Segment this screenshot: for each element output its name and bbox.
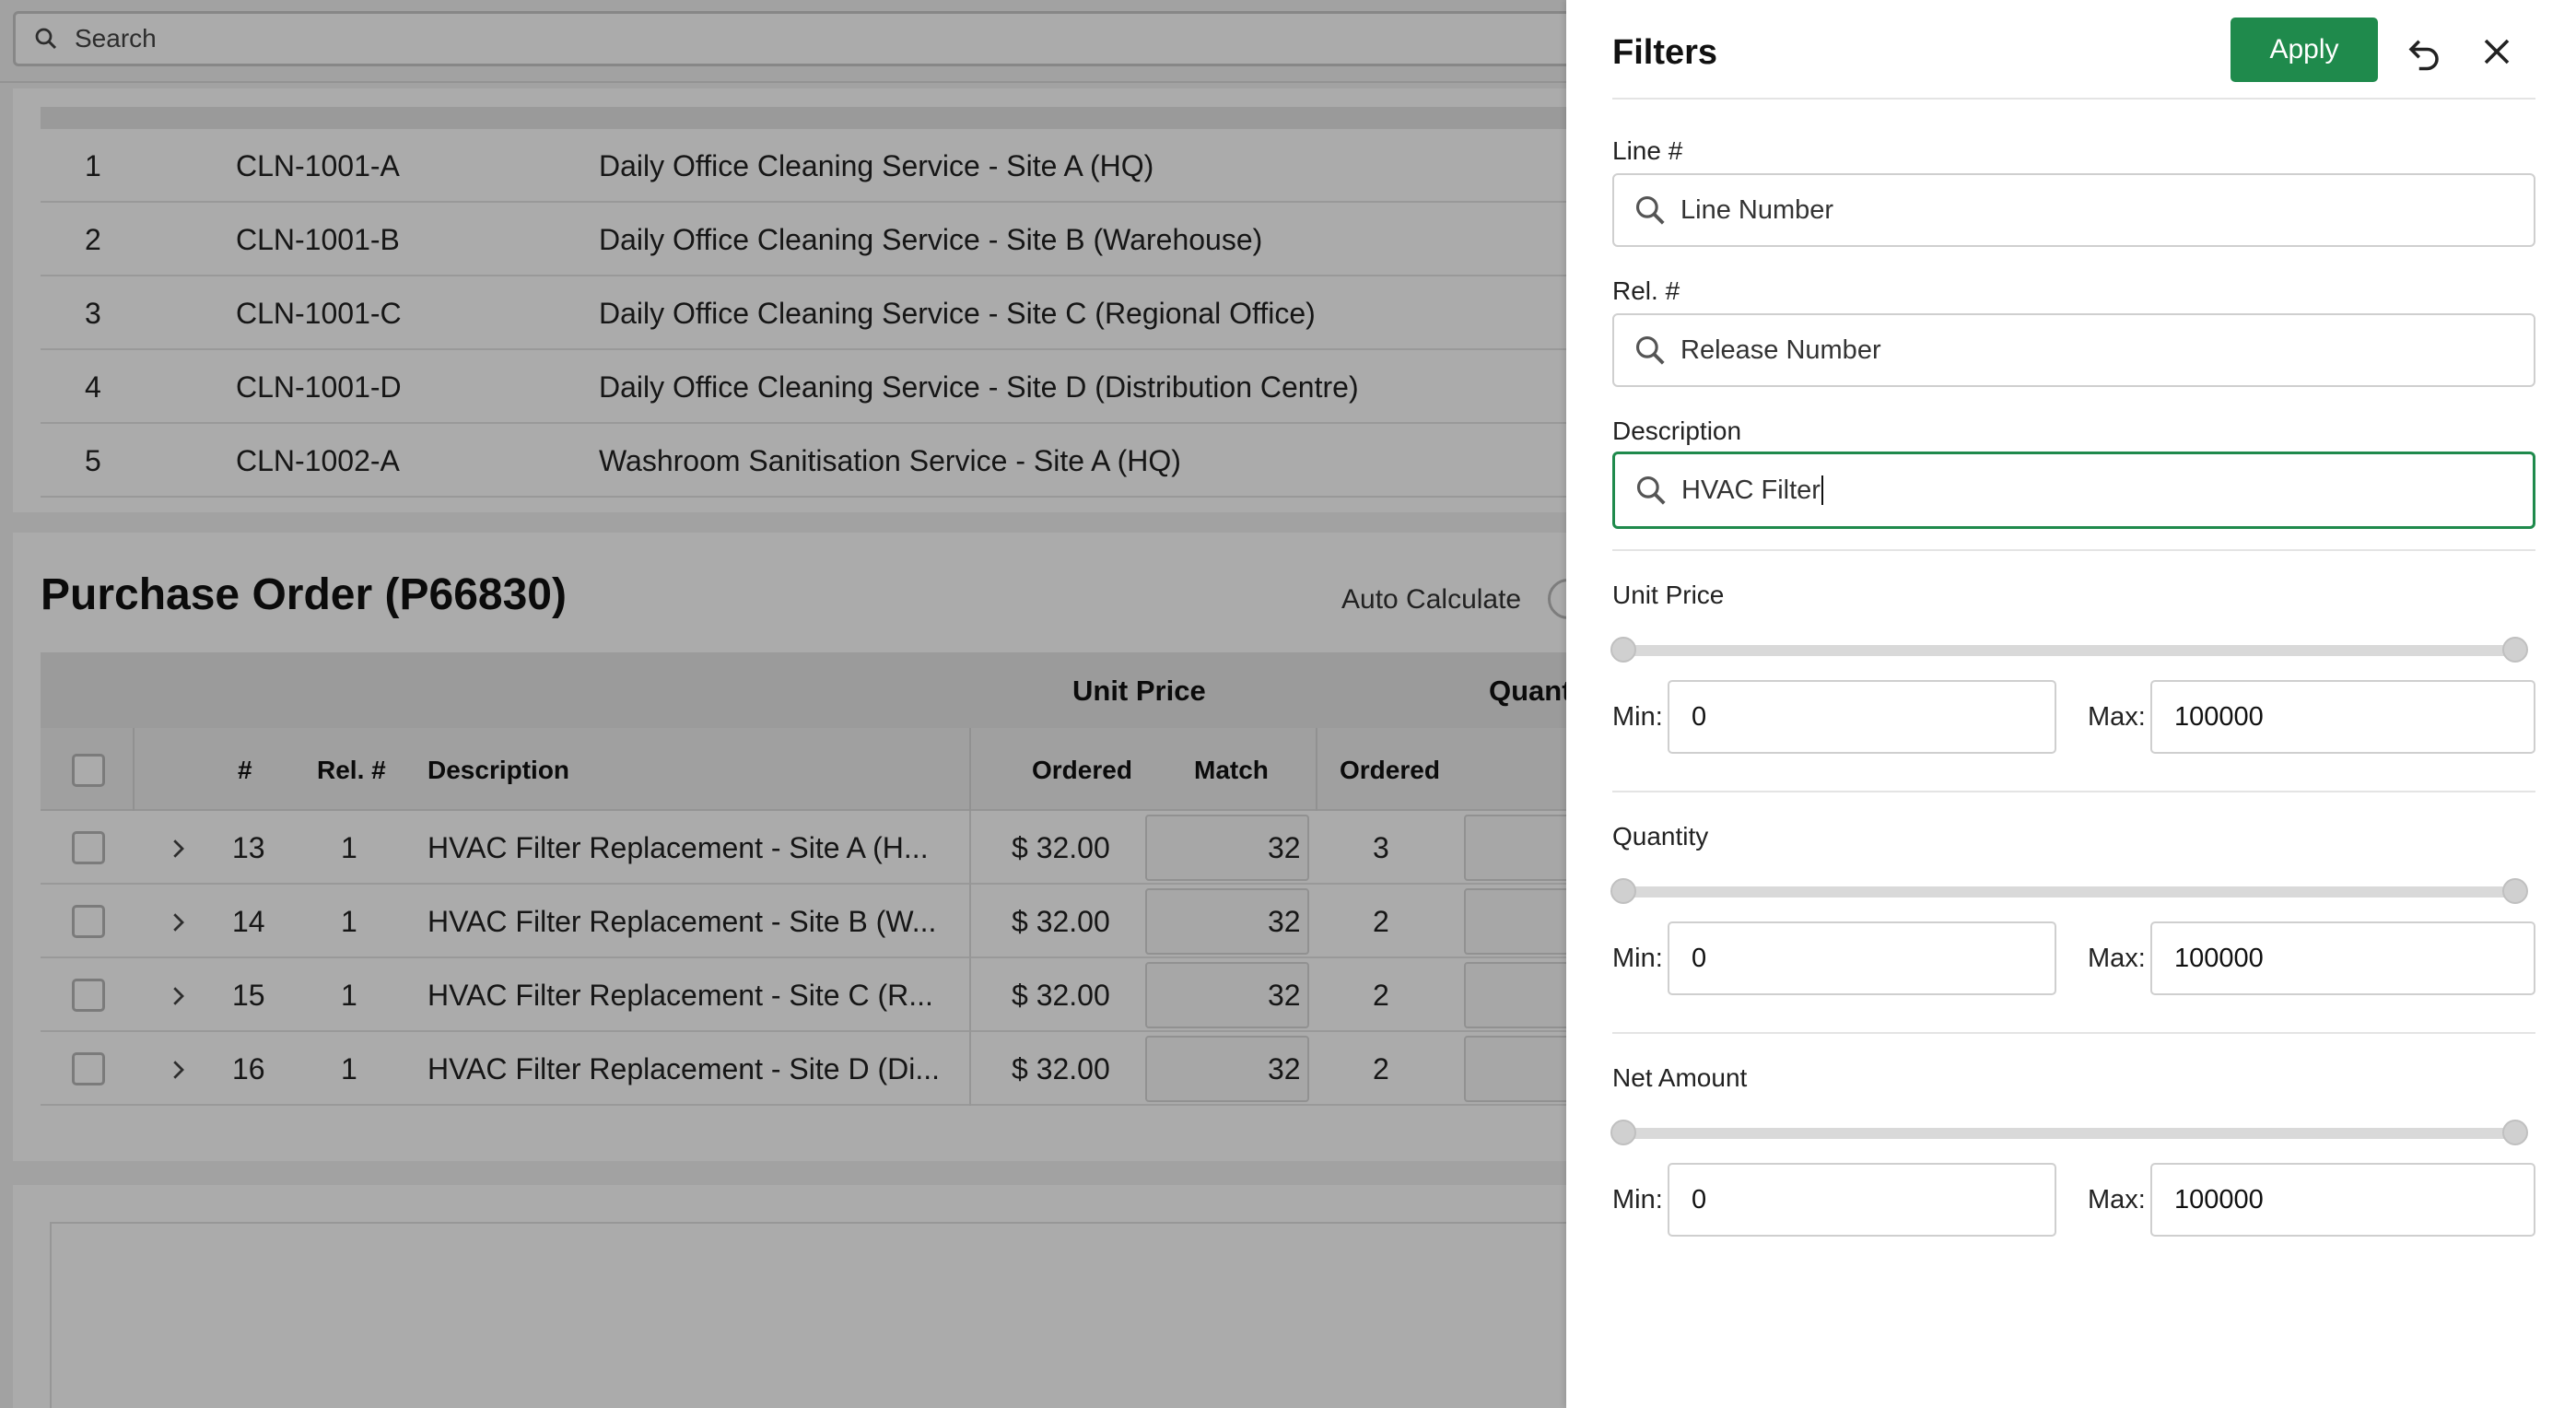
quantity-slider[interactable] bbox=[1610, 877, 2528, 905]
unit-price-max-input[interactable]: 100000 bbox=[2150, 680, 2535, 754]
net-amount-min-input[interactable]: 0 bbox=[1668, 1163, 2056, 1237]
slider-min-handle[interactable] bbox=[1610, 637, 1636, 663]
quantity-max-input[interactable]: 100000 bbox=[2150, 921, 2535, 995]
line-number-field[interactable]: Line Number bbox=[1612, 173, 2535, 247]
quantity-min-label: Min: bbox=[1612, 944, 1663, 973]
quantity-min-input[interactable]: 0 bbox=[1668, 921, 2056, 995]
quantity-max-label: Max: bbox=[2088, 944, 2146, 973]
net-amount-max-label: Max: bbox=[2088, 1185, 2146, 1214]
net-amount-min-label: Min: bbox=[1612, 1185, 1663, 1214]
divider bbox=[1612, 98, 2535, 100]
unit-price-label: Unit Price bbox=[1612, 581, 1725, 609]
unit-price-min-label: Min: bbox=[1612, 702, 1663, 732]
divider bbox=[1612, 1032, 2535, 1034]
line-number-placeholder: Line Number bbox=[1680, 194, 1834, 225]
slider-max-handle[interactable] bbox=[2502, 1120, 2528, 1145]
slider-track bbox=[1623, 645, 2526, 656]
close-icon[interactable] bbox=[2480, 35, 2513, 68]
net-amount-max-input[interactable]: 100000 bbox=[2150, 1163, 2535, 1237]
slider-track bbox=[1623, 886, 2526, 898]
description-filter-label: Description bbox=[1612, 417, 1742, 445]
slider-min-handle[interactable] bbox=[1610, 1120, 1636, 1145]
divider bbox=[1612, 549, 2535, 551]
text-cursor bbox=[1821, 475, 1823, 505]
quantity-label: Quantity bbox=[1612, 822, 1709, 851]
filter-panel: Filters Apply Line # Line Number Rel. # … bbox=[1566, 0, 2576, 1408]
modal-backdrop[interactable] bbox=[0, 0, 1566, 1408]
rel-filter-label: Rel. # bbox=[1612, 276, 1680, 305]
reset-icon[interactable] bbox=[2405, 33, 2443, 72]
release-number-placeholder: Release Number bbox=[1680, 334, 1881, 365]
panel-title: Filters bbox=[1612, 33, 1718, 72]
search-icon bbox=[1635, 195, 1665, 225]
divider bbox=[1612, 791, 2535, 792]
release-number-field[interactable]: Release Number bbox=[1612, 313, 2535, 387]
net-amount-slider[interactable] bbox=[1610, 1119, 2528, 1146]
apply-button[interactable]: Apply bbox=[2231, 18, 2378, 82]
line-filter-label: Line # bbox=[1612, 136, 1683, 165]
unit-price-max-label: Max: bbox=[2088, 702, 2146, 732]
search-icon bbox=[1636, 475, 1666, 505]
description-field[interactable]: HVAC Filter bbox=[1612, 452, 2535, 529]
unit-price-min-input[interactable]: 0 bbox=[1668, 680, 2056, 754]
net-amount-label: Net Amount bbox=[1612, 1063, 1748, 1092]
slider-max-handle[interactable] bbox=[2502, 878, 2528, 904]
slider-max-handle[interactable] bbox=[2502, 637, 2528, 663]
search-icon bbox=[1635, 335, 1665, 365]
description-value: HVAC Filter bbox=[1681, 475, 1821, 505]
unit-price-slider[interactable] bbox=[1610, 636, 2528, 663]
slider-min-handle[interactable] bbox=[1610, 878, 1636, 904]
slider-track bbox=[1623, 1128, 2526, 1139]
